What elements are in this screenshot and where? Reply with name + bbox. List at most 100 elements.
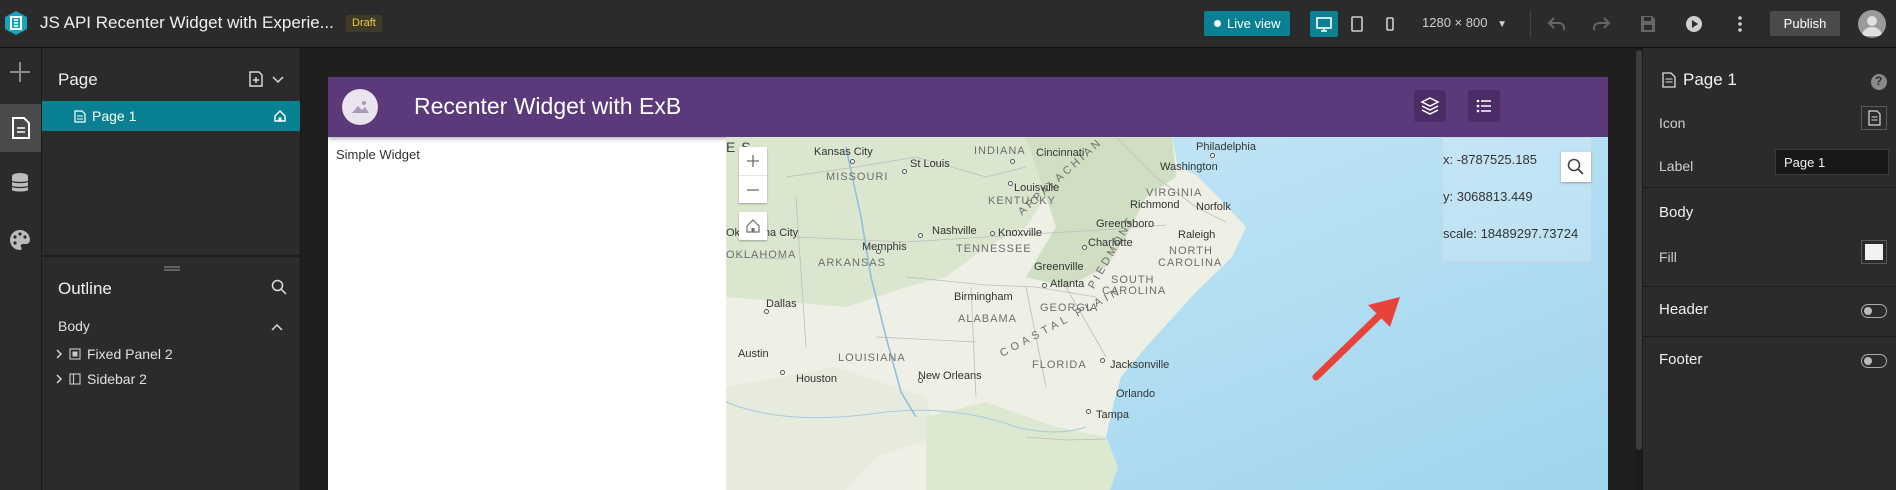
top-bar: JS API Recenter Widget with Experie... D… bbox=[0, 0, 1896, 48]
map-label-state: TENNESSEE bbox=[956, 243, 1032, 255]
add-widget-button[interactable] bbox=[0, 48, 41, 96]
resolution-dropdown[interactable]: 1280 × 800 ▼ bbox=[1422, 15, 1507, 30]
outline-item-sidebar[interactable]: Sidebar 2 bbox=[54, 369, 284, 389]
section-divider bbox=[1643, 286, 1896, 287]
map-label-state: FLORIDA bbox=[1032, 359, 1087, 371]
home-button[interactable] bbox=[739, 212, 767, 240]
search-icon bbox=[1567, 158, 1584, 175]
simple-widget-text: Simple Widget bbox=[336, 147, 420, 162]
city-marker bbox=[1042, 283, 1047, 288]
user-avatar[interactable] bbox=[1858, 10, 1886, 38]
search-icon bbox=[271, 279, 287, 295]
outline-item-fixed-panel[interactable]: Fixed Panel 2 bbox=[54, 344, 284, 364]
city-marker bbox=[918, 233, 923, 238]
map-label-city: Nashville bbox=[932, 225, 977, 237]
label-input[interactable]: Page 1 bbox=[1775, 149, 1889, 175]
app-title[interactable]: JS API Recenter Widget with Experie... bbox=[40, 13, 334, 33]
live-view-label: Live view bbox=[1227, 16, 1281, 31]
page-list-label: Page 1 bbox=[92, 108, 137, 124]
outline-collapse-button[interactable] bbox=[270, 320, 284, 334]
color-swatch bbox=[1865, 244, 1883, 260]
phone-device-button[interactable] bbox=[1376, 11, 1404, 37]
publish-button[interactable]: Publish bbox=[1770, 11, 1840, 36]
play-icon bbox=[1686, 16, 1702, 32]
help-button[interactable]: ? bbox=[1871, 74, 1887, 90]
app-header[interactable]: Recenter Widget with ExB bbox=[328, 77, 1608, 137]
outline-search-button[interactable] bbox=[270, 278, 288, 296]
desktop-icon bbox=[1316, 17, 1332, 32]
city-marker bbox=[1086, 409, 1091, 414]
live-view-button[interactable]: Live view bbox=[1204, 11, 1290, 36]
add-page-button[interactable] bbox=[247, 70, 265, 88]
map-label-city: Greenville bbox=[1034, 261, 1084, 273]
save-button[interactable] bbox=[1636, 12, 1660, 36]
city-marker bbox=[764, 309, 769, 314]
layers-button[interactable] bbox=[1414, 90, 1446, 122]
undo-button[interactable] bbox=[1545, 12, 1569, 36]
annotation-arrow-icon bbox=[1312, 297, 1400, 381]
city-marker bbox=[780, 370, 785, 375]
readout-x: x: -8787525.185 bbox=[1443, 152, 1537, 167]
map-label-state: LOUISIANA bbox=[838, 352, 906, 364]
icon-label: Icon bbox=[1659, 115, 1686, 131]
toolbar-divider bbox=[1530, 10, 1531, 38]
chevron-down-icon bbox=[272, 76, 284, 84]
map-label-city: Jacksonville bbox=[1110, 359, 1170, 371]
legend-button[interactable] bbox=[1468, 90, 1500, 122]
icon-picker-button[interactable] bbox=[1861, 106, 1887, 130]
header-toggle[interactable] bbox=[1861, 304, 1887, 318]
label-field-label: Label bbox=[1659, 158, 1694, 174]
zoom-out-button[interactable] bbox=[739, 175, 767, 203]
save-icon bbox=[1641, 16, 1655, 32]
map-label-city: Memphis bbox=[862, 241, 907, 253]
city-marker bbox=[1100, 358, 1105, 363]
resolution-value: 1280 × 800 bbox=[1422, 15, 1488, 30]
zoom-in-button[interactable] bbox=[739, 147, 767, 175]
chevron-up-icon bbox=[271, 323, 283, 331]
theme-panel-button[interactable] bbox=[0, 216, 41, 264]
map-label-city: Dallas bbox=[766, 298, 797, 310]
preview-button[interactable] bbox=[1682, 12, 1706, 36]
panel-divider[interactable] bbox=[42, 255, 300, 257]
map-label-state: NORTH bbox=[1169, 245, 1213, 257]
help-icon: ? bbox=[1875, 74, 1883, 88]
page-menu-button[interactable] bbox=[271, 72, 285, 86]
left-rail bbox=[0, 48, 41, 490]
app-preview-frame[interactable]: Recenter Widget with ExB Simple Widget E… bbox=[328, 77, 1608, 490]
resize-handle-icon[interactable] bbox=[164, 259, 180, 271]
settings-title: Page 1 bbox=[1683, 70, 1737, 89]
redo-button[interactable] bbox=[1589, 12, 1613, 36]
map-search-button[interactable] bbox=[1561, 152, 1591, 182]
page-panel-button[interactable] bbox=[0, 104, 41, 152]
map-label-city: Raleigh bbox=[1178, 229, 1216, 241]
tablet-device-button[interactable] bbox=[1343, 11, 1371, 37]
home-icon bbox=[746, 219, 760, 233]
map-label-city: Charlotte bbox=[1088, 237, 1133, 249]
map-label-city: Knoxville bbox=[998, 227, 1043, 239]
fill-color-picker[interactable] bbox=[1861, 240, 1887, 264]
plus-icon bbox=[10, 62, 30, 82]
header-section-title: Header bbox=[1659, 301, 1709, 318]
data-panel-button[interactable] bbox=[0, 160, 41, 208]
map-label-city: Houston bbox=[796, 373, 837, 385]
map-label-city: Atlanta bbox=[1050, 278, 1085, 290]
page-list-item[interactable]: Page 1 bbox=[42, 101, 300, 131]
desktop-device-button[interactable] bbox=[1310, 11, 1338, 37]
app-logo[interactable] bbox=[342, 89, 378, 125]
city-marker bbox=[1008, 181, 1013, 186]
fill-label: Fill bbox=[1659, 249, 1677, 265]
sidebar-icon bbox=[69, 373, 81, 385]
app-header-title: Recenter Widget with ExB bbox=[414, 93, 682, 119]
more-options-button[interactable] bbox=[1728, 12, 1752, 36]
map-label-city: Austin bbox=[738, 348, 769, 360]
outline-item-label: Sidebar 2 bbox=[87, 371, 147, 387]
map-view[interactable]: E S MISSOURI INDIANA KENTUCKY VIRGINIA T… bbox=[726, 137, 1608, 490]
map-label-city: New Orleans bbox=[918, 370, 982, 382]
outline-body-label[interactable]: Body bbox=[58, 318, 90, 334]
map-label-city: Richmond bbox=[1130, 199, 1180, 211]
footer-toggle[interactable] bbox=[1861, 354, 1887, 368]
page-icon bbox=[1662, 72, 1676, 88]
map-label-state: OKLAHOMA bbox=[726, 249, 797, 261]
map-label-state: ALABAMA bbox=[958, 313, 1017, 325]
body-section-title: Body bbox=[1659, 204, 1694, 221]
